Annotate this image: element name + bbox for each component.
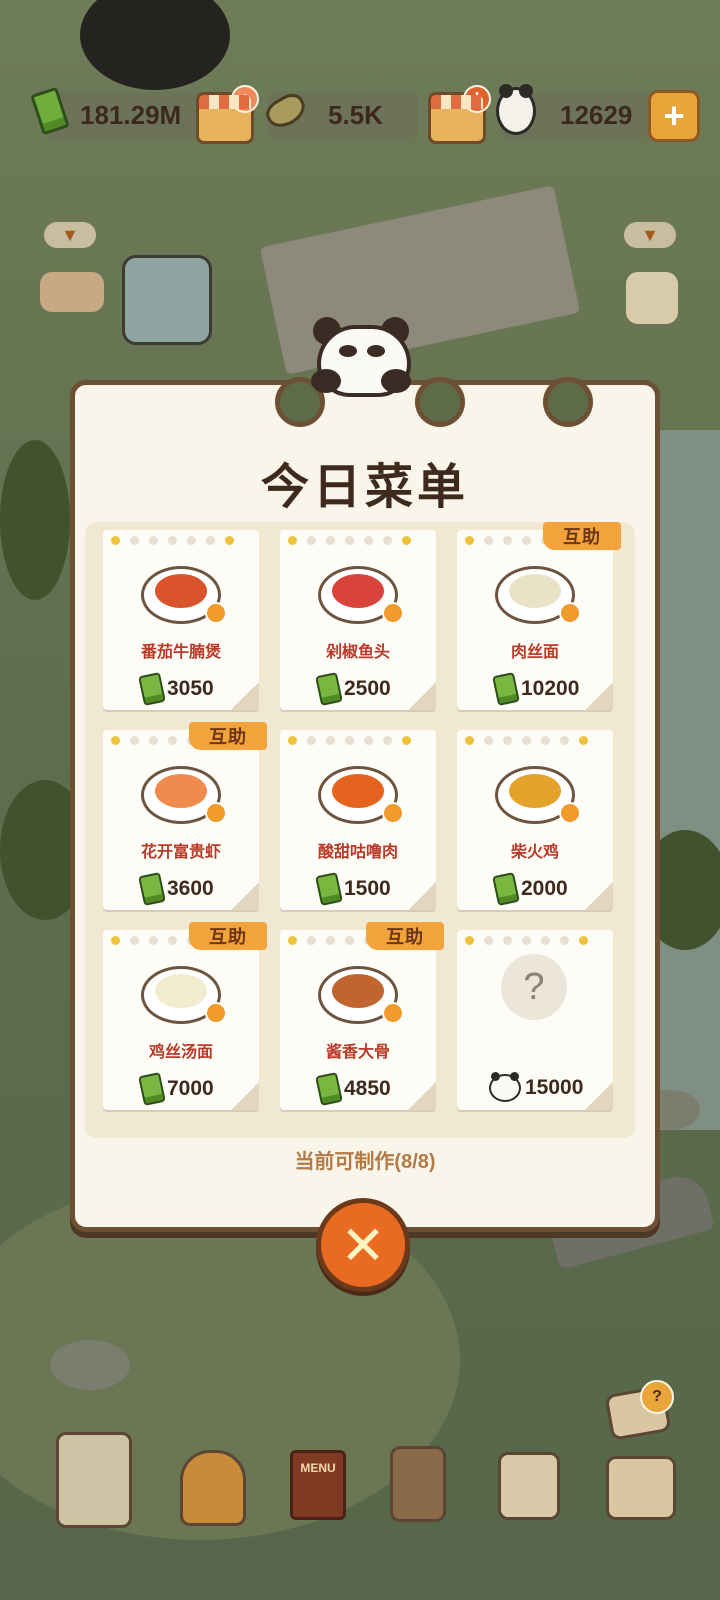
price-value: 10200 [521, 677, 580, 700]
question-mark-icon: ? [501, 954, 567, 1020]
dish-card[interactable]: 互助肉丝面 10200 [457, 522, 621, 710]
question-badge-icon[interactable]: ? [640, 1380, 674, 1414]
dish-card[interactable]: 番茄牛腩煲 3050 [103, 530, 259, 710]
dish-price: 2000 [492, 872, 568, 906]
bamboo-grove [0, 440, 70, 600]
panda-coin-icon [489, 1072, 521, 1102]
dish-card[interactable]: 互助鸡丝汤面 7000 [103, 922, 267, 1110]
dish-image-icon [141, 560, 227, 624]
dish-name: 肉丝面 [510, 644, 559, 661]
price-value: 3050 [167, 677, 214, 700]
bamboo-icon [315, 672, 343, 706]
dish-price: 2500 [315, 672, 391, 706]
price-value: 15000 [525, 1076, 584, 1099]
alert-badge: ! [463, 85, 491, 113]
dish-image-icon [318, 560, 404, 624]
price-value: 4850 [344, 1077, 391, 1100]
dish-card[interactable]: 剁椒鱼头 2500 [280, 530, 436, 710]
unlock-price: 15000 [489, 1072, 584, 1102]
dish-name: 剁椒鱼头 [325, 644, 390, 661]
binder-hole [415, 377, 465, 427]
price-value: 3600 [167, 877, 214, 900]
map-button[interactable] [56, 1432, 132, 1528]
binder-dots [111, 536, 234, 545]
bamboo-amount: 181.29M [80, 99, 182, 130]
panda-coin-amount: 12629 [560, 99, 633, 130]
price-value: 2500 [344, 677, 391, 700]
mushroom-button[interactable] [390, 1446, 446, 1522]
locked-dish-card[interactable]: ? 15000 [457, 930, 613, 1110]
price-value: 7000 [167, 1077, 214, 1100]
binder-dots [288, 536, 411, 545]
dish-price: 10200 [492, 672, 580, 706]
help-tag: 互助 [366, 922, 444, 950]
close-icon: ✕ [340, 1215, 386, 1276]
daily-menu-dialog: 今日菜单 番茄牛腩煲 3050 剁椒鱼头 2500 互助 肉丝面 10200 互助 花开富贵虾 3… [70, 317, 660, 1232]
dish-price: 3600 [138, 872, 214, 906]
plus-badge: + [231, 85, 259, 113]
bamboo-icon [315, 1072, 343, 1106]
panda-mascot-icon [311, 317, 411, 397]
dish-card[interactable]: 柴火鸡 2000 [457, 730, 613, 910]
dish-name: 鸡丝汤面 [148, 1044, 213, 1061]
panda-card-button[interactable] [498, 1452, 560, 1520]
menu-book-button[interactable]: MENU [290, 1450, 346, 1520]
binder-dots [288, 736, 411, 745]
dish-name: 花开富贵虾 [140, 844, 221, 861]
bamboo-shoot-icon [261, 88, 311, 134]
dish-name: 酱香大骨 [325, 1044, 390, 1061]
dish-price: 7000 [138, 1072, 214, 1106]
list-menu-button[interactable] [626, 272, 678, 324]
dish-image-icon [141, 760, 227, 824]
pot-button[interactable] [180, 1450, 246, 1526]
dish-name: 番茄牛腩煲 [140, 644, 221, 661]
help-tag: 互助 [189, 922, 267, 950]
price-value: 1500 [344, 877, 391, 900]
help-tag: 互助 [189, 722, 267, 750]
dish-name: 酸甜咕噜肉 [317, 844, 398, 861]
bamboo-shoot-amount: 5.5K [328, 99, 383, 130]
dish-image-icon [495, 760, 581, 824]
tv-set[interactable] [122, 255, 212, 345]
stone [50, 1340, 130, 1390]
close-button[interactable]: ✕ [316, 1198, 410, 1292]
dish-grid: 番茄牛腩煲 3050 剁椒鱼头 2500 互助 肉丝面 10200 互助 花开富贵虾 3600 酸甜… [85, 522, 635, 1138]
menu-book-label: MENU [300, 1461, 336, 1475]
dish-name: 柴火鸡 [510, 844, 559, 861]
bamboo-icon [138, 1072, 166, 1106]
craftable-status: 当前可制作(8/8) [294, 1151, 436, 1173]
dish-card[interactable]: 互助花开富贵虾 3600 [103, 722, 267, 910]
mailbox-button[interactable] [606, 1456, 676, 1520]
bamboo-icon [492, 672, 520, 706]
add-currency-button[interactable]: + [648, 90, 700, 142]
bamboo-icon [138, 672, 166, 706]
bamboo-icon [315, 872, 343, 906]
dish-image-icon [495, 560, 581, 624]
binder-hole [543, 377, 593, 427]
chevron-down-icon[interactable]: ▼ [44, 222, 96, 248]
dish-image-icon [141, 960, 227, 1024]
chevron-down-icon[interactable]: ▼ [624, 222, 676, 248]
help-tag: 互助 [543, 522, 621, 550]
bear-friends-icon[interactable] [40, 272, 104, 312]
price-value: 2000 [521, 877, 568, 900]
binder-dots [465, 736, 588, 745]
dish-price: 4850 [315, 1072, 391, 1106]
dish-card[interactable]: 互助酱香大骨 4850 [280, 922, 444, 1110]
panda-coin-icon [496, 84, 536, 135]
bamboo-icon [138, 872, 166, 906]
shop-button-alert[interactable]: ! [428, 85, 491, 144]
dish-price: 1500 [315, 872, 391, 906]
resource-bar: 181.29M + 5.5K ! 12629 + [0, 84, 720, 144]
shop-button[interactable]: + [196, 85, 259, 144]
bamboo-icon [30, 86, 70, 136]
dish-image-icon [318, 960, 404, 1024]
binder-dots [465, 936, 588, 945]
menu-title: 今日菜单 [260, 461, 469, 514]
bamboo-icon [492, 872, 520, 906]
dish-image-icon [318, 760, 404, 824]
dish-card[interactable]: 酸甜咕噜肉 1500 [280, 730, 436, 910]
dish-price: 3050 [138, 672, 214, 706]
